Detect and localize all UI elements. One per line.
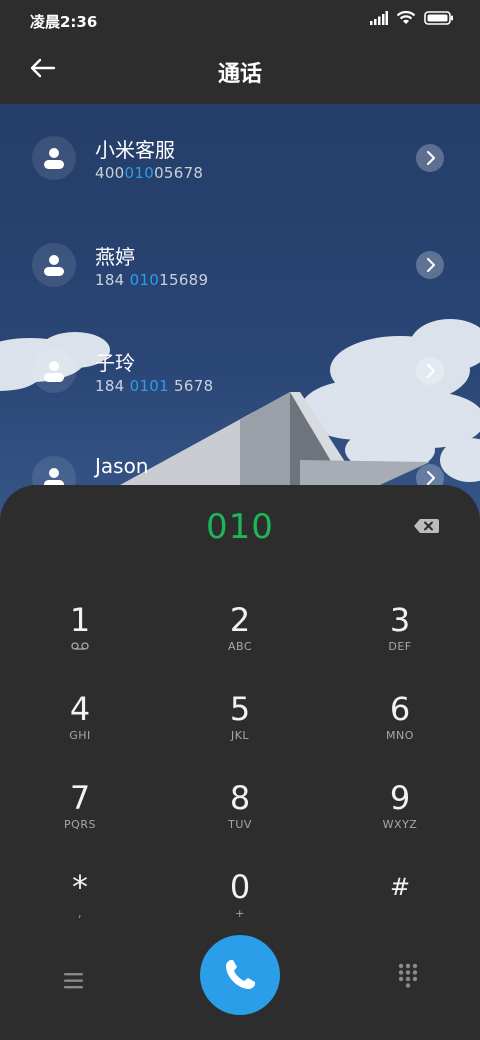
dialed-number: 010 <box>206 507 274 547</box>
key-3[interactable]: 3 DEF <box>340 602 460 682</box>
key-5[interactable]: 5 JKL <box>180 691 300 771</box>
key-letters: TUV <box>228 818 252 831</box>
contact-row[interactable]: 子玲 184 0101 5678 <box>0 317 480 417</box>
key-7[interactable]: 7 PQRS <box>20 780 140 860</box>
contact-details-button[interactable] <box>416 357 444 385</box>
delete-button[interactable] <box>412 516 440 536</box>
contact-name: 子玲 <box>95 351 135 375</box>
wifi-icon <box>396 10 416 24</box>
key-8[interactable]: 8 TUV <box>180 780 300 860</box>
key-digit: 8 <box>229 779 251 817</box>
page-title: 通话 <box>217 62 262 87</box>
chevron-right-icon <box>427 151 435 165</box>
signal-icon <box>370 10 388 25</box>
backspace-icon <box>414 519 439 533</box>
avatar <box>32 136 76 180</box>
key-letters: PQRS <box>64 818 96 831</box>
contact-number: 184 0101 5678 <box>95 377 214 395</box>
contact-number: 184 01015689 <box>95 271 209 289</box>
phone-icon <box>226 960 255 989</box>
status-bar: 凌晨2:36 <box>0 0 480 40</box>
person-icon <box>44 148 64 169</box>
key-digit: # <box>389 873 411 901</box>
key-digit: 0 <box>229 868 251 906</box>
person-icon <box>44 361 64 382</box>
top-bar: 凌晨2:36 通话 <box>0 0 480 104</box>
voicemail-icon <box>71 642 89 650</box>
chevron-right-icon <box>427 364 435 378</box>
chevron-right-icon <box>427 258 435 272</box>
chevron-right-icon <box>427 471 435 485</box>
avatar <box>32 349 76 393</box>
key-4[interactable]: 4 GHI <box>20 691 140 771</box>
key-letters: GHI <box>69 729 91 742</box>
contact-row[interactable]: 燕婷 184 01015689 <box>0 211 480 311</box>
status-icons <box>370 10 454 25</box>
key-digit: 3 <box>389 601 411 639</box>
contact-name: 小米客服 <box>95 138 175 162</box>
key-1[interactable]: 1 <box>20 602 140 682</box>
key-digit: 5 <box>229 690 251 728</box>
key-digit: 1 <box>69 601 91 639</box>
key-letters: DEF <box>388 640 412 653</box>
avatar <box>32 243 76 287</box>
key-digit: 6 <box>389 690 411 728</box>
keypad-icon <box>398 963 418 988</box>
status-time: 凌晨2:36 <box>30 13 98 31</box>
contact-details-button[interactable] <box>416 251 444 279</box>
key-digit: 4 <box>69 690 91 728</box>
key-9[interactable]: 9 WXYZ <box>340 780 460 860</box>
person-icon <box>44 255 64 276</box>
key-letters: , <box>78 907 82 920</box>
key-letters: WXYZ <box>382 818 418 831</box>
contact-name: Jason <box>95 454 149 478</box>
menu-button[interactable] <box>60 970 88 992</box>
battery-icon <box>424 10 453 25</box>
key-hash[interactable]: # <box>340 869 460 949</box>
keypad-toggle-button[interactable] <box>394 962 422 990</box>
key-digit: 7 <box>69 779 91 817</box>
key-letters: JKL <box>230 729 250 742</box>
key-star[interactable]: * , <box>20 869 140 949</box>
menu-icon <box>64 973 83 989</box>
key-digit: * <box>72 868 88 906</box>
call-button[interactable] <box>200 935 280 1015</box>
contact-number: 40001005678 <box>95 164 204 182</box>
key-2[interactable]: 2 ABC <box>180 602 300 682</box>
contact-details-button[interactable] <box>416 144 444 172</box>
key-letters: + <box>235 907 245 920</box>
key-digit: 9 <box>389 779 411 817</box>
header: 通话 <box>0 44 480 100</box>
key-digit: 2 <box>229 601 251 639</box>
contact-row[interactable]: 小米客服 40001005678 <box>0 104 480 204</box>
key-letters: ABC <box>227 640 253 653</box>
contact-name: 燕婷 <box>95 245 135 269</box>
key-letters: MNO <box>386 729 414 742</box>
key-6[interactable]: 6 MNO <box>340 691 460 771</box>
